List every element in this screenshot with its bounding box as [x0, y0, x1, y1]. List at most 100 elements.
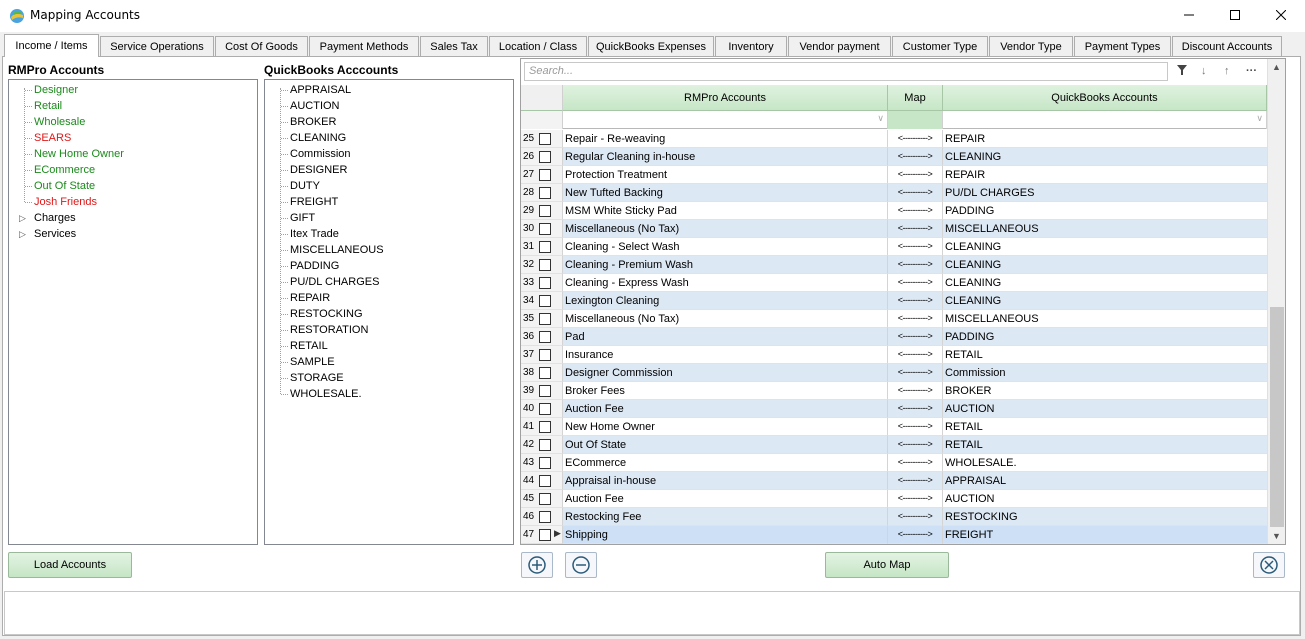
rmpro-account-cell[interactable]: Cleaning - Premium Wash: [563, 256, 888, 274]
quickbooks-account-cell[interactable]: Commission: [943, 364, 1267, 382]
row-checkbox[interactable]: [539, 151, 551, 163]
scroll-down-icon[interactable]: ▼: [1272, 531, 1281, 541]
row-header[interactable]: 33: [521, 274, 563, 292]
quickbooks-account-cell[interactable]: PADDING: [943, 202, 1267, 220]
qb-item[interactable]: APPRAISAL: [290, 82, 351, 98]
quickbooks-account-cell[interactable]: FREIGHT: [943, 526, 1267, 544]
scroll-thumb[interactable]: [1270, 307, 1284, 527]
qb-item[interactable]: PADDING: [290, 258, 339, 274]
quickbooks-filter[interactable]: ∨: [943, 111, 1267, 129]
tab-location-class[interactable]: Location / Class: [489, 36, 587, 56]
row-header[interactable]: 37: [521, 346, 563, 364]
rmpro-accounts-tree[interactable]: Designer Retail Wholesale SEARS New Home…: [8, 79, 258, 545]
scroll-up-icon[interactable]: ▲: [1272, 62, 1281, 72]
quickbooks-account-cell[interactable]: REPAIR: [943, 130, 1267, 148]
qb-item[interactable]: RESTORATION: [290, 322, 368, 338]
row-checkbox[interactable]: [539, 385, 551, 397]
quickbooks-accounts-tree[interactable]: APPRAISAL AUCTION BROKER CLEANING Commis…: [264, 79, 514, 545]
rmpro-account-cell[interactable]: Auction Fee: [563, 490, 888, 508]
rmpro-account-cell[interactable]: Regular Cleaning in-house: [563, 148, 888, 166]
qb-item[interactable]: SAMPLE: [290, 354, 335, 370]
move-up-icon[interactable]: ↑: [1224, 65, 1230, 77]
rmpro-account-cell[interactable]: New Tufted Backing: [563, 184, 888, 202]
rmpro-filter[interactable]: ∨: [563, 111, 888, 129]
quickbooks-account-cell[interactable]: AUCTION: [943, 490, 1267, 508]
rmpro-account-cell[interactable]: Out Of State: [563, 436, 888, 454]
quickbooks-account-cell[interactable]: CLEANING: [943, 292, 1267, 310]
rmpro-account-cell[interactable]: Insurance: [563, 346, 888, 364]
row-header[interactable]: 40: [521, 400, 563, 418]
row-checkbox[interactable]: [539, 403, 551, 415]
rmpro-account-cell[interactable]: Miscellaneous (No Tax): [563, 310, 888, 328]
row-header[interactable]: 43: [521, 454, 563, 472]
rmpro-account-cell[interactable]: Cleaning - Select Wash: [563, 238, 888, 256]
row-header[interactable]: 47 ▶: [521, 526, 563, 544]
quickbooks-account-cell[interactable]: REPAIR: [943, 166, 1267, 184]
rmpro-item-designer[interactable]: Designer: [34, 82, 78, 98]
row-checkbox[interactable]: [539, 493, 551, 505]
rmpro-account-cell[interactable]: Cleaning - Express Wash: [563, 274, 888, 292]
column-header-map[interactable]: Map: [888, 85, 943, 111]
row-header[interactable]: 34: [521, 292, 563, 310]
row-checkbox[interactable]: [539, 475, 551, 487]
row-header[interactable]: 25: [521, 130, 563, 148]
rmpro-item-wholesale[interactable]: Wholesale: [34, 114, 85, 130]
row-checkbox[interactable]: [539, 259, 551, 271]
quickbooks-account-cell[interactable]: CLEANING: [943, 238, 1267, 256]
row-header[interactable]: 38: [521, 364, 563, 382]
tab-inventory[interactable]: Inventory: [715, 36, 787, 56]
row-header[interactable]: 28: [521, 184, 563, 202]
row-header[interactable]: 32: [521, 256, 563, 274]
rmpro-item-josh-friends[interactable]: Josh Friends: [34, 194, 97, 210]
qb-item[interactable]: BROKER: [290, 114, 336, 130]
more-options-icon[interactable]: ···: [1246, 65, 1257, 77]
row-checkbox[interactable]: [539, 457, 551, 469]
row-header[interactable]: 26: [521, 148, 563, 166]
row-header[interactable]: 31: [521, 238, 563, 256]
row-checkbox[interactable]: [539, 331, 551, 343]
quickbooks-account-cell[interactable]: CLEANING: [943, 148, 1267, 166]
quickbooks-account-cell[interactable]: PU/DL CHARGES: [943, 184, 1267, 202]
rmpro-account-cell[interactable]: Repair - Re-weaving: [563, 130, 888, 148]
table-row[interactable]: 38 Designer Commission <----------> Commiss…: [521, 364, 1267, 382]
tab-cost-of-goods[interactable]: Cost Of Goods: [215, 36, 308, 56]
quickbooks-account-cell[interactable]: RESTOCKING: [943, 508, 1267, 526]
table-row[interactable]: 26 Regular Cleaning in-house <----------> C…: [521, 148, 1267, 166]
quickbooks-account-cell[interactable]: RETAIL: [943, 436, 1267, 454]
quickbooks-account-cell[interactable]: PADDING: [943, 328, 1267, 346]
row-header[interactable]: 44: [521, 472, 563, 490]
quickbooks-account-cell[interactable]: RETAIL: [943, 346, 1267, 364]
table-row[interactable]: 39 Broker Fees <----------> BROKER: [521, 382, 1267, 400]
qb-item[interactable]: FREIGHT: [290, 194, 338, 210]
table-row[interactable]: 43 ECommerce <----------> WHOLESALE.: [521, 454, 1267, 472]
expand-chevron-icon[interactable]: ▷: [19, 213, 26, 224]
qb-item[interactable]: GIFT: [290, 210, 315, 226]
table-row[interactable]: 40 Auction Fee <----------> AUCTION: [521, 400, 1267, 418]
tab-discount-accounts[interactable]: Discount Accounts: [1172, 36, 1282, 56]
table-row[interactable]: 31 Cleaning - Select Wash <----------> CLEA…: [521, 238, 1267, 256]
tab-customer-type[interactable]: Customer Type: [892, 36, 988, 56]
table-row[interactable]: 29 MSM White Sticky Pad <----------> PADDIN…: [521, 202, 1267, 220]
table-row[interactable]: 25 Repair - Re-weaving <----------> REPAIR: [521, 130, 1267, 148]
table-row[interactable]: 41 New Home Owner <----------> RETAIL: [521, 418, 1267, 436]
table-row[interactable]: 36 Pad <----------> PADDING: [521, 328, 1267, 346]
table-row[interactable]: 46 Restocking Fee <----------> RESTOCKING: [521, 508, 1267, 526]
qb-item[interactable]: AUCTION: [290, 98, 340, 114]
qb-item[interactable]: Itex Trade: [290, 226, 339, 242]
tab-vendor-type[interactable]: Vendor Type: [989, 36, 1073, 56]
table-row[interactable]: 45 Auction Fee <----------> AUCTION: [521, 490, 1267, 508]
move-down-icon[interactable]: ↓: [1201, 65, 1207, 77]
row-checkbox[interactable]: [539, 223, 551, 235]
row-header[interactable]: 30: [521, 220, 563, 238]
rmpro-account-cell[interactable]: MSM White Sticky Pad: [563, 202, 888, 220]
row-header[interactable]: 35: [521, 310, 563, 328]
table-row[interactable]: 28 New Tufted Backing <----------> PU/DL CH…: [521, 184, 1267, 202]
rmpro-account-cell[interactable]: Miscellaneous (No Tax): [563, 220, 888, 238]
rmpro-account-cell[interactable]: Lexington Cleaning: [563, 292, 888, 310]
qb-item[interactable]: CLEANING: [290, 130, 346, 146]
table-row[interactable]: 30 Miscellaneous (No Tax) <----------> MISC…: [521, 220, 1267, 238]
rmpro-account-cell[interactable]: Auction Fee: [563, 400, 888, 418]
rmpro-account-cell[interactable]: Broker Fees: [563, 382, 888, 400]
clear-button[interactable]: [1253, 552, 1285, 578]
rmpro-account-cell[interactable]: Protection Treatment: [563, 166, 888, 184]
